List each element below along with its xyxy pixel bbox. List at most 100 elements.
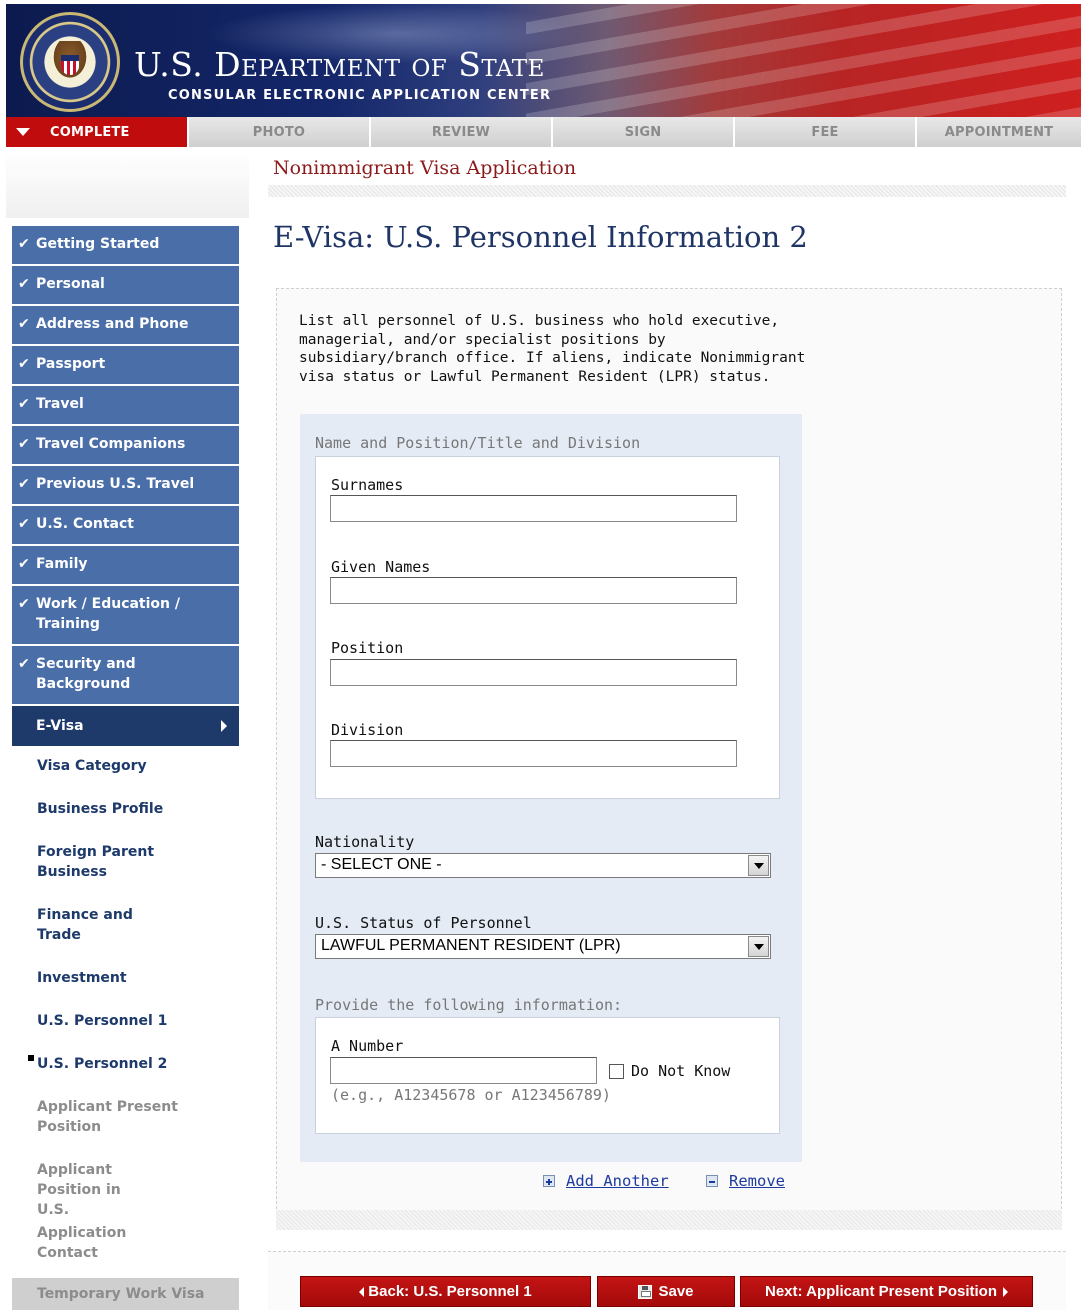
sidebar-item-label: E-Visa [36,718,84,734]
form-bottom-divider [276,1210,1062,1230]
surnames-label: Surnames [331,476,404,494]
tab-sign[interactable]: SIGN [553,117,735,147]
back-button[interactable]: Back: U.S. Personnel 1 [300,1276,591,1307]
a-number-input[interactable] [330,1057,597,1084]
sidebar-item-travel[interactable]: ✔ Travel [12,386,239,426]
next-button[interactable]: Next: Applicant Present Position [740,1276,1033,1307]
checkmark-icon: ✔ [18,656,30,672]
sidebar-item-address-and-phone[interactable]: ✔ Address and Phone [12,306,239,346]
checkmark-icon: ✔ [18,276,30,292]
sidebar-subitem-applicant-present-position: Applicant Present Position [12,1097,182,1137]
sidebar-subitem-visa-category[interactable]: Visa Category [12,756,147,776]
nationality-label: Nationality [315,833,415,851]
sidebar-item-label: Work / Education / Training [36,596,180,632]
sidebar-item-label: Personal [36,276,105,292]
state-department-seal-icon [20,12,120,112]
department-subtitle: CONSULAR ELECTRONIC APPLICATION CENTER [168,88,552,103]
checkmark-icon: ✔ [18,236,30,252]
nationality-selected-value: - SELECT ONE - [321,856,442,873]
dropdown-arrow-icon[interactable] [748,936,769,957]
sidebar-item-label: Getting Started [36,236,160,252]
checkmark-icon: ✔ [18,436,30,452]
do-not-know-checkbox[interactable] [609,1064,624,1079]
sidebar-subitem-us-personnel-1[interactable]: U.S. Personnel 1 [12,1011,167,1031]
sidebar-item-previous-us-travel[interactable]: ✔ Previous U.S. Travel [12,466,239,506]
sidebar-item-label: Previous U.S. Travel [36,476,195,492]
sidebar-item-label: Passport [36,356,106,372]
given-names-label: Given Names [331,558,431,576]
sidebar-item-personal[interactable]: ✔ Personal [12,266,239,306]
sidebar-item-family[interactable]: ✔ Family [12,546,239,586]
tab-review[interactable]: REVIEW [371,117,553,147]
sidebar-item-label: U.S. Contact [36,516,134,532]
provide-info-label: Provide the following information: [315,996,623,1014]
sidebar-subitem-label: Business Profile [37,801,164,817]
floppy-disk-icon [638,1284,653,1299]
chevron-right-icon [1002,1286,1008,1297]
nationality-select[interactable]: - SELECT ONE - [315,853,771,878]
sidebar-item-label: Travel [36,396,84,412]
surnames-input[interactable] [330,495,737,522]
chevron-down-icon [16,128,30,136]
page-header: Nonimmigrant Visa Application [273,157,577,179]
us-status-selected-value: LAWFUL PERMANENT RESIDENT (LPR) [321,937,621,954]
sidebar-subitem-label: Foreign Parent Business [37,844,155,880]
sidebar-item-label: Address and Phone [36,316,189,332]
next-button-label: Next: Applicant Present Position [765,1283,997,1300]
remove-icon[interactable] [706,1175,718,1187]
sidebar-subitem-label: Investment [37,970,127,986]
us-status-select[interactable]: LAWFUL PERMANENT RESIDENT (LPR) [315,934,771,959]
checkmark-icon: ✔ [18,556,30,572]
sidebar-subitem-investment[interactable]: Investment [12,968,127,988]
tab-label: REVIEW [431,124,491,140]
checkmark-icon: ✔ [18,596,30,612]
sidebar-item-security[interactable]: ✔ Security and Background [12,646,239,706]
save-button-label: Save [658,1283,694,1300]
checkmark-icon: ✔ [18,396,30,412]
us-status-label: U.S. Status of Personnel [315,914,532,932]
site-banner: U.S. Department of State CONSULAR ELECTR… [6,4,1081,117]
flag-stripes [526,4,1081,117]
sidebar-item-travel-companions[interactable]: ✔ Travel Companions [12,426,239,466]
checkmark-icon: ✔ [18,516,30,532]
sidebar-item-passport[interactable]: ✔ Passport [12,346,239,386]
sidebar-item-temporary-work-visa: Temporary Work Visa [12,1278,239,1310]
sidebar-subitem-label: Visa Category [37,758,147,774]
sidebar-item-us-contact[interactable]: ✔ U.S. Contact [12,506,239,546]
tab-fee[interactable]: FEE [735,117,917,147]
sidebar-subitem-applicant-position-in-us: Applicant Position in U.S. [12,1160,152,1220]
sidebar-item-work-education[interactable]: ✔ Work / Education / Training [12,586,239,646]
sidebar-subitem-us-personnel-2[interactable]: U.S. Personnel 2 [12,1054,167,1074]
sidebar-subitem-business-profile[interactable]: Business Profile [12,799,163,819]
tab-label: PHOTO [252,124,306,140]
position-label: Position [331,639,404,657]
shield-icon [61,55,79,75]
instructions-text: List all personnel of U.S. business who … [299,313,806,385]
name-position-section-label: Name and Position/Title and Division [315,434,641,452]
tab-label: APPOINTMENT [944,124,1054,140]
sidebar-subitem-application-contact: Application Contact [12,1223,132,1263]
checkmark-icon: ✔ [18,476,30,492]
do-not-know-label: Do Not Know [631,1062,731,1080]
tab-photo[interactable]: PHOTO [189,117,371,147]
position-input[interactable] [330,659,737,686]
tab-complete[interactable]: COMPLETE [6,117,189,147]
sidebar-subitem-foreign-parent-business[interactable]: Foreign Parent Business [12,842,172,882]
add-another-link[interactable]: Add Another [566,1172,669,1190]
sidebar-subitem-label: U.S. Personnel 1 [37,1013,168,1029]
dropdown-arrow-icon[interactable] [748,855,769,876]
sidebar-item-getting-started[interactable]: ✔ Getting Started [12,226,239,266]
add-icon[interactable] [543,1175,555,1187]
remove-link[interactable]: Remove [729,1172,785,1190]
chevron-left-icon [359,1286,365,1297]
given-names-input[interactable] [330,577,737,604]
tab-appointment[interactable]: APPOINTMENT [917,117,1081,147]
sidebar-subitem-finance-and-trade[interactable]: Finance and Trade [12,905,142,945]
sidebar-item-e-visa[interactable]: E-Visa [12,706,239,746]
sidebar-item-label: Family [36,556,88,572]
division-input[interactable] [330,740,737,767]
checkmark-icon: ✔ [18,356,30,372]
save-button[interactable]: Save [597,1276,735,1307]
tab-label: FEE [811,124,839,140]
a-number-hint: (e.g., A12345678 or A123456789) [331,1086,611,1104]
